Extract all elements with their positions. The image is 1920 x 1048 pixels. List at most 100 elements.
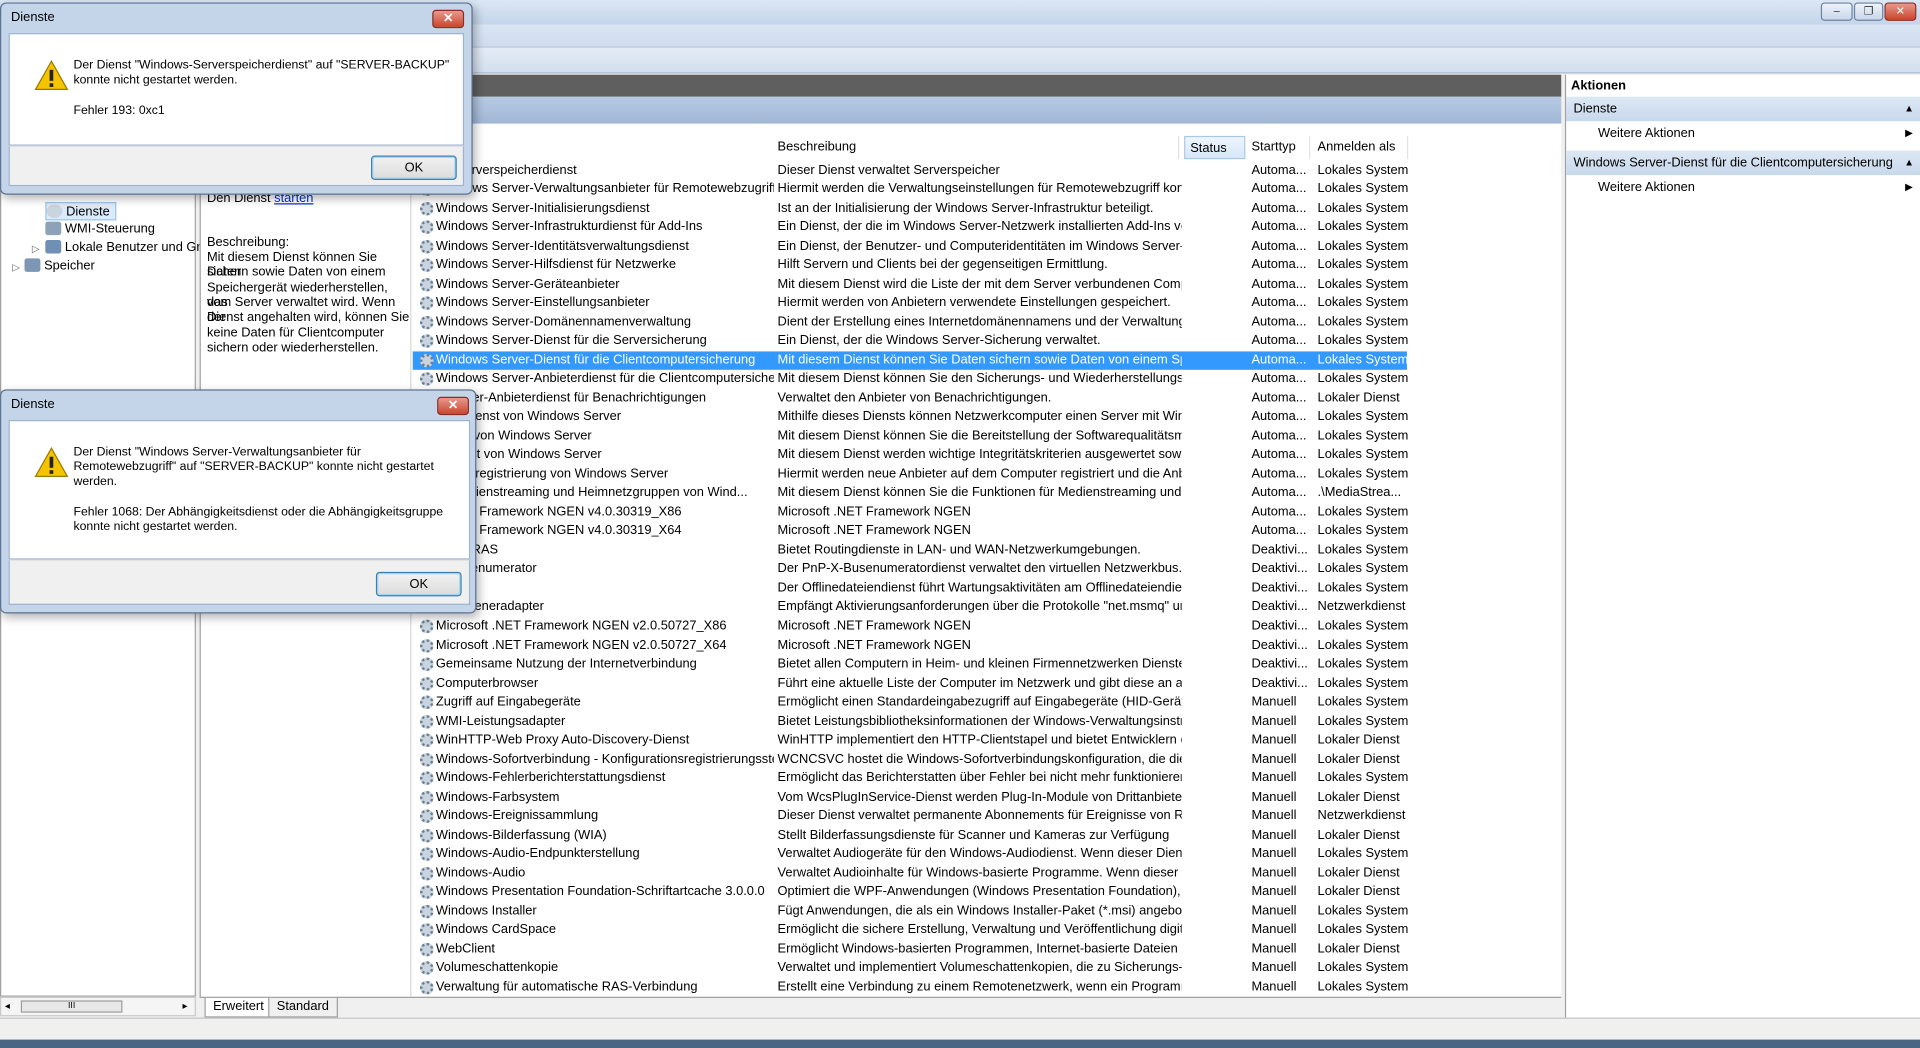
maximize-button[interactable]: ❐ bbox=[1853, 2, 1884, 21]
scroll-left-icon[interactable]: ◂ bbox=[5, 1000, 10, 1011]
table-row[interactable]: ft .NET Framework NGEN v4.0.30319_X86 Mic… bbox=[413, 503, 1408, 522]
table-row[interactable]: Windows Server-Domänennamenverwaltung Die… bbox=[413, 313, 1408, 332]
table-row[interactable]: ft .NET Framework NGEN v4.0.30319_X64 Mic… bbox=[413, 522, 1408, 541]
table-row[interactable]: Windows Server-Dienst für die Serversich… bbox=[413, 332, 1408, 351]
table-row[interactable]: Computerbrowser Führt eine aktuelle Liste… bbox=[413, 674, 1408, 693]
table-row[interactable]: s Server-Anbieterdienst für Benachrichti… bbox=[413, 389, 1407, 408]
table-row[interactable]: Windows-Audio-Endpunkterstellung Verwalte… bbox=[413, 845, 1408, 864]
scroll-right-icon[interactable]: ▸ bbox=[182, 1000, 187, 1011]
table-row[interactable]: Windows-Ereignissammlung Dieser Dienst ve… bbox=[413, 807, 1407, 826]
table-row[interactable]: Verwaltung für automatische RAS-Verbindu… bbox=[413, 978, 1408, 997]
column-header-logon[interactable]: Anmelden als bbox=[1313, 135, 1409, 160]
table-row[interactable]: Microsoft .NET Framework NGEN v2.0.50727… bbox=[413, 617, 1408, 636]
tree-item-dienste[interactable]: Dienste bbox=[45, 202, 116, 221]
service-name: WebClient bbox=[435, 941, 496, 957]
table-row[interactable]: Windows Server-Verwaltungsanbieter für R… bbox=[413, 180, 1409, 199]
service-starttype: Manuell bbox=[1251, 865, 1297, 881]
service-logon: Lokales System bbox=[1317, 181, 1409, 196]
service-description: Bietet Routingdienste in LAN- und WAN-Ne… bbox=[777, 542, 1141, 558]
close-button[interactable]: ✕ bbox=[1884, 2, 1917, 21]
table-row[interactable]: ür Medienstreaming und Heimnetzgruppen v… bbox=[413, 484, 1407, 503]
service-starttype: Automa... bbox=[1251, 485, 1307, 500]
dialog-close-button[interactable]: ✕ bbox=[432, 9, 465, 29]
actions-section-selected-service[interactable]: Windows Server-Dienst für die Clientcomp… bbox=[1566, 150, 1920, 176]
service-starttype: Deaktivi... bbox=[1251, 580, 1308, 596]
table-row[interactable]: WebClient Ermöglicht Windows-basierten Pr… bbox=[413, 940, 1407, 959]
service-starttype: Manuell bbox=[1251, 979, 1297, 995]
table-row[interactable]: tsdienst von Windows Server Mit diesem Di… bbox=[413, 446, 1408, 465]
table-row[interactable]: Gemeinsame Nutzung der Internetverbindun… bbox=[413, 655, 1408, 674]
service-name: ateien bbox=[436, 579, 774, 598]
service-name: WMI-Leistungsadapter bbox=[435, 713, 566, 729]
table-row[interactable]: Windows-Sofortverbindung - Konfiguration… bbox=[413, 750, 1407, 769]
table-row[interactable]: Windows Server-Infrastrukturdienst für A… bbox=[413, 218, 1409, 237]
table-row[interactable]: P-Busenumerator Der PnP-X-Busenumeratordi… bbox=[413, 560, 1408, 579]
table-row[interactable]: Windows Server-Initialisierungsdienst Ist… bbox=[413, 199, 1408, 218]
table-row[interactable]: Volumeschattenkopie Verwaltet und impleme… bbox=[413, 959, 1408, 978]
tree-item-storage[interactable]: Speicher bbox=[24, 257, 95, 275]
expand-arrow-icon[interactable]: ▷ bbox=[32, 244, 40, 255]
table-row[interactable]: g und RAS Bietet Routingdienste in LAN- u… bbox=[413, 541, 1408, 560]
table-row[interactable]: ws-Serverspeicherdienst Dieser Dienst ver… bbox=[413, 161, 1408, 180]
service-name: tsdienst von Windows Server bbox=[435, 447, 602, 462]
table-row[interactable]: Windows-Audio Verwaltet Audioinhalte für … bbox=[413, 864, 1407, 883]
table-row[interactable]: Windows Server-Hilfsdienst für Netzwerke… bbox=[413, 256, 1408, 275]
table-row[interactable]: nbieterregistrierung von Windows Server H… bbox=[413, 465, 1408, 484]
service-name: Microsoft .NET Framework NGEN v2.0.50727… bbox=[435, 637, 727, 653]
service-name: Microsoft .NET Framework NGEN v2.0.50727… bbox=[435, 618, 727, 634]
table-row[interactable]: Windows Presentation Foundation-Schrifta… bbox=[413, 883, 1407, 902]
column-header-starttype[interactable]: Starttyp bbox=[1247, 135, 1311, 160]
service-name: ws-Serverspeicherdienst bbox=[435, 162, 577, 177]
table-row[interactable]: Windows-Farbsystem Vom WcsPlugInService-D… bbox=[413, 788, 1407, 807]
tree-horizontal-scrollbar[interactable]: ◂ III ▸ bbox=[0, 996, 196, 1017]
table-row[interactable]: Windows Installer Fügt Anwendungen, die a… bbox=[413, 902, 1408, 921]
service-name: Windows Server-Einstellungsanbieter bbox=[435, 295, 650, 310]
service-name: Windows-Ereignissammlung bbox=[435, 808, 599, 824]
actions-section-services[interactable]: Dienste ▲ bbox=[1566, 96, 1920, 122]
scrollbar-thumb[interactable]: III bbox=[20, 1000, 123, 1013]
service-logon: Lokales System bbox=[1317, 219, 1409, 234]
tab-standard[interactable]: Standard bbox=[268, 997, 338, 1018]
table-row-selected[interactable]: Windows Server-Dienst für die Clientcomp… bbox=[412, 351, 1408, 371]
service-logon: Lokales System bbox=[1317, 713, 1409, 729]
table-row[interactable]: ateienDer Offlinedateiendienst führt War… bbox=[413, 579, 1408, 598]
description-line: Dienst angehalten wird, können Sie bbox=[206, 309, 410, 325]
table-row[interactable]: Windows Server-Einstellungsanbieter Hierm… bbox=[413, 294, 1408, 313]
service-logon: Lokaler Dienst bbox=[1317, 884, 1400, 900]
table-row[interactable]: Zugriff auf Eingabegeräte Ermöglicht eine… bbox=[413, 693, 1408, 712]
service-name: Windows Server-Infrastrukturdienst für A… bbox=[435, 219, 703, 234]
service-description: Microsoft .NET Framework NGEN bbox=[777, 618, 971, 634]
service-starttype: Deaktivi... bbox=[1251, 618, 1308, 634]
column-header-description[interactable]: Beschreibung bbox=[773, 135, 1180, 160]
service-description: Ermöglicht die sichere Erstellung, Verwa… bbox=[777, 922, 1182, 938]
tree-item-local-users[interactable]: Lokale Benutzer und Gru bbox=[45, 239, 208, 257]
collapse-icon[interactable]: ▲ bbox=[1904, 151, 1914, 175]
collapse-icon[interactable]: ▲ bbox=[1904, 97, 1914, 121]
table-row[interactable]: erätedienst von Windows Server Mithilfe d… bbox=[413, 408, 1408, 427]
table-row[interactable]: WinHTTP-Web Proxy Auto-Discovery-Dienst W… bbox=[413, 731, 1407, 750]
table-row[interactable]: WMI-Leistungsadapter Bietet Leistungsbibl… bbox=[413, 712, 1409, 731]
more-actions-link[interactable]: Weitere Aktionen bbox=[1598, 179, 1695, 197]
tree-item-label: Dienste bbox=[66, 204, 110, 220]
service-name: Windows Server-Geräteanbieter bbox=[435, 276, 620, 291]
table-row[interactable]: Windows Server-Identitätsverwaltungsdien… bbox=[413, 237, 1408, 256]
service-starttype: Manuell bbox=[1251, 713, 1297, 729]
column-header-status[interactable]: Status bbox=[1184, 135, 1246, 160]
tree-item-wmi[interactable]: WMI-Steuerung bbox=[45, 220, 155, 238]
table-row[interactable]: Microsoft .NET Framework NGEN v2.0.50727… bbox=[413, 636, 1408, 655]
description-line: sichern oder wiederherstellen. bbox=[206, 340, 379, 356]
ok-button[interactable]: OK bbox=[375, 571, 462, 597]
table-row[interactable]: Windows Server-Geräteanbieter Mit diesem … bbox=[413, 275, 1408, 294]
more-actions-link[interactable]: Weitere Aktionen bbox=[1598, 125, 1695, 143]
table-row[interactable]: Windows Server-Anbieterdienst für die Cl… bbox=[413, 370, 1408, 389]
minimize-button[interactable]: ‒ bbox=[1820, 2, 1853, 21]
dialog-close-button[interactable]: ✕ bbox=[437, 396, 469, 416]
ok-button[interactable]: OK bbox=[371, 155, 457, 181]
table-row[interactable]: Windows CardSpace Ermöglicht die sichere … bbox=[413, 921, 1408, 940]
table-row[interactable]: Windows-Bilderfassung (WIA) Stellt Bilder… bbox=[413, 826, 1407, 845]
tab-extended[interactable]: Erweitert bbox=[204, 997, 273, 1018]
expand-arrow-icon[interactable]: ▷ bbox=[12, 262, 20, 273]
table-row[interactable]: Windows-Fehlerberichterstattungsdienst Er… bbox=[413, 769, 1408, 788]
table-row[interactable]: dienst von Windows Server Mit diesem Dien… bbox=[413, 427, 1408, 446]
table-row[interactable]: nq-Listeneradapter Empfängt Aktivierungsa… bbox=[413, 598, 1407, 617]
